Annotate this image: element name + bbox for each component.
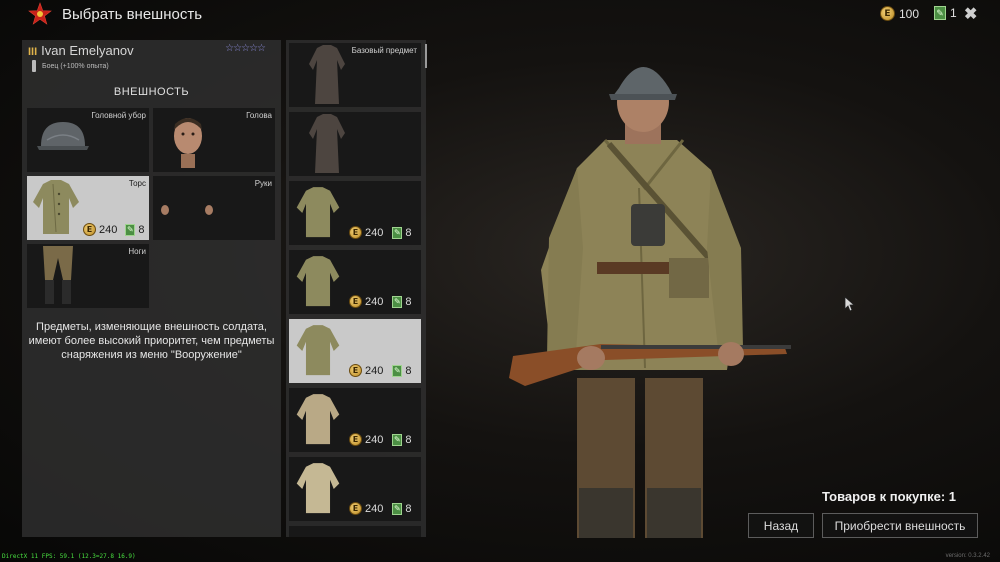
tunic-icon — [296, 256, 340, 307]
scroll-icon: ✎ — [392, 502, 403, 515]
top-bar: Выбрать внешность E 100 ✎ 1 ✖ — [0, 0, 1000, 30]
list-item[interactable]: E 240 ✎ 8 — [289, 181, 421, 245]
mouse-cursor-icon — [844, 296, 856, 312]
coin-icon: E — [349, 433, 362, 446]
scrolls-count: 1 — [950, 6, 957, 20]
fps-debug-text: DirectX 11 FPS: 59.1 (12.3=27.8 16.9) — [2, 553, 136, 560]
scrolls-balance: ✎ 1 — [934, 6, 957, 20]
appearance-items-list[interactable]: Базовый предмет E 240 ✎ 8 E 240 ✎ 8 E 24… — [286, 40, 426, 537]
tunic-icon — [296, 394, 340, 445]
coin-icon: E — [349, 502, 362, 515]
section-title: ВНЕШНОСТЬ — [113, 86, 190, 98]
list-item[interactable] — [289, 526, 421, 537]
price-coins: 240 — [365, 226, 384, 239]
item-price: E 240 ✎ 8 — [349, 364, 411, 377]
coin-icon: E — [349, 364, 362, 377]
price-coins: 240 — [365, 295, 384, 308]
scroll-icon: ✎ — [125, 223, 136, 236]
tunic-icon — [296, 325, 340, 376]
price-coins: 240 — [99, 223, 118, 236]
coat-icon — [309, 114, 345, 173]
scroll-icon: ✎ — [392, 295, 403, 308]
scroll-icon: ✎ — [392, 433, 403, 446]
slot-arms[interactable]: Руки — [153, 176, 275, 240]
items-to-buy-counter: Товаров к покупке: 1 — [822, 489, 957, 504]
slot-torso[interactable]: Торс E 240 ✎ 8 — [27, 176, 149, 240]
rating-stars-icon: ☆☆☆☆☆ — [225, 43, 266, 54]
slot-label: Торс — [128, 179, 146, 188]
list-item[interactable] — [289, 112, 421, 176]
list-item-selected[interactable]: E 240 ✎ 8 — [289, 319, 421, 383]
soldier-preview-image — [509, 67, 791, 538]
slot-price: E 240 ✎ 8 — [83, 223, 144, 236]
page-title: Выбрать внешность — [62, 6, 203, 23]
appearance-priority-note: Предметы, изменяющие внешность солдата, … — [28, 321, 275, 361]
list-item[interactable]: E 240 ✎ 8 — [289, 250, 421, 314]
trousers-icon — [43, 246, 73, 304]
list-item[interactable]: E 240 ✎ 8 — [289, 388, 421, 452]
back-button[interactable]: Назад — [748, 513, 814, 538]
item-price: E 240 ✎ 8 — [349, 226, 411, 239]
slot-legs[interactable]: Ноги — [27, 244, 149, 308]
price-coins: 240 — [365, 433, 384, 446]
soviet-star-icon — [28, 2, 52, 25]
scroll-icon: ✎ — [392, 226, 403, 239]
slot-label: Голова — [246, 111, 272, 120]
list-item[interactable]: Базовый предмет — [289, 43, 421, 107]
rank-badge: III — [28, 46, 38, 58]
coin-icon: E — [880, 6, 895, 21]
slot-headgear[interactable]: Головной убор — [27, 108, 149, 172]
version-label: version: 0.3.2.42 — [945, 553, 990, 559]
soldier-role: Боец (+100% опыта) — [32, 60, 109, 72]
rifle-icon — [32, 60, 36, 72]
tunic-icon — [33, 180, 79, 234]
soldier-name: Ivan Emelyanov — [41, 43, 134, 58]
price-scrolls: 8 — [405, 433, 412, 446]
item-label: Базовый предмет — [351, 46, 417, 55]
soldier-header: III Ivan Emelyanov — [28, 43, 134, 58]
head-icon — [174, 118, 202, 168]
coin-icon: E — [349, 226, 362, 239]
coin-icon: E — [83, 223, 96, 236]
hands-icon — [161, 205, 213, 215]
tunic-icon — [296, 463, 340, 514]
slot-label: Ноги — [128, 247, 146, 256]
coat-icon — [309, 45, 345, 104]
soldier-appearance-panel: III Ivan Emelyanov ☆☆☆☆☆ Боец (+100% опыт… — [22, 40, 281, 537]
helmet-icon — [37, 122, 89, 150]
role-label: Боец (+100% опыта) — [42, 62, 109, 70]
price-scrolls: 8 — [405, 502, 412, 515]
item-price: E 240 ✎ 8 — [349, 502, 411, 515]
item-price: E 240 ✎ 8 — [349, 433, 411, 446]
price-coins: 240 — [365, 502, 384, 515]
coin-icon: E — [349, 295, 362, 308]
coins-count: 100 — [899, 6, 920, 21]
tunic-icon — [296, 187, 340, 238]
coins-balance: E 100 — [880, 6, 919, 21]
close-button[interactable]: ✖ — [964, 4, 977, 24]
items-scrollbar[interactable] — [425, 44, 427, 68]
price-scrolls: 8 — [405, 295, 412, 308]
price-scrolls: 8 — [405, 226, 412, 239]
price-scrolls: 8 — [405, 364, 412, 377]
slot-head[interactable]: Голова — [153, 108, 275, 172]
slot-label: Руки — [254, 179, 272, 188]
price-coins: 240 — [365, 364, 384, 377]
scroll-icon: ✎ — [392, 364, 403, 377]
scroll-icon: ✎ — [934, 6, 946, 20]
price-scrolls: 8 — [138, 223, 145, 236]
list-item[interactable]: E 240 ✎ 8 — [289, 457, 421, 521]
slot-label: Головной убор — [91, 111, 146, 120]
buy-appearance-button[interactable]: Приобрести внешность — [822, 513, 978, 538]
item-price: E 240 ✎ 8 — [349, 295, 411, 308]
